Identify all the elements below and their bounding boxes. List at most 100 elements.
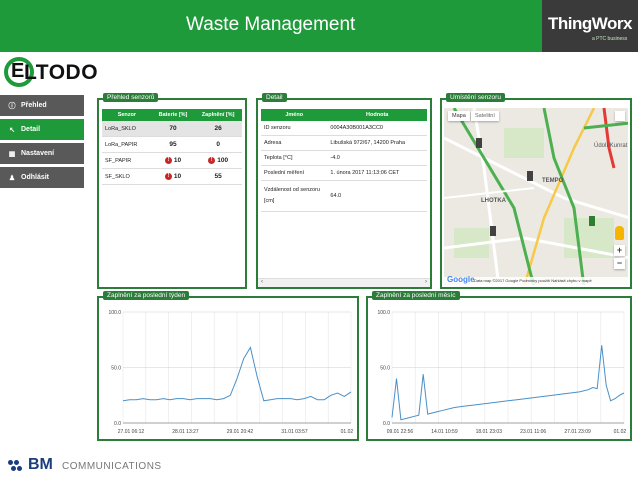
panel-label: Zaplnění za poslední měsíc <box>372 291 460 300</box>
sensor-name: LoRa_PAPIR <box>102 136 152 153</box>
column-header[interactable]: Jméno <box>261 109 328 121</box>
map-marker-icon[interactable] <box>490 226 496 236</box>
detail-name: Teplota [°C] <box>261 150 328 166</box>
x-tick-label: 29.01 20:42 <box>227 429 254 435</box>
top-bar: Waste Management ThingWorx a PTC busines… <box>0 0 638 52</box>
x-tick-label: 23.01 11:06 <box>520 429 546 435</box>
column-header[interactable]: Senzor <box>102 109 152 121</box>
table-row[interactable]: Poslední měření 1. února 2017 11:13:06 C… <box>261 165 427 181</box>
sensor-name: SF_PAPIR <box>102 152 152 170</box>
y-tick-label: 50.0 <box>380 366 390 372</box>
detail-value: 0004A30B001A3CC0 <box>327 121 427 136</box>
detail-value: Libušská 972/67, 14200 Praha <box>327 135 427 151</box>
detail-name: Adresa <box>261 135 328 151</box>
google-logo: Google <box>447 275 475 284</box>
detail-value: 1. února 2017 11:13:06 CET <box>327 165 427 181</box>
sidebar-item-prehled[interactable]: ⓘ Přehled <box>0 95 84 116</box>
sidebar-item-label: Detail <box>21 126 41 133</box>
detail-name: Vzdálenost od senzoru [cm] <box>261 180 328 212</box>
warning-icon: ! <box>164 173 172 181</box>
map-type-satellite-tab[interactable]: Satelitní <box>471 111 499 121</box>
sidebar-item-detail[interactable]: ↖ Detail <box>0 119 84 140</box>
table-row[interactable]: LoRa_PAPIR 95 0 <box>102 136 242 153</box>
fullscreen-icon[interactable] <box>615 111 625 121</box>
x-tick-label: 28.01 13:27 <box>172 429 199 435</box>
settings-icon: ▦ <box>8 150 16 158</box>
map-type-map-tab[interactable]: Mapa <box>448 111 470 121</box>
table-row[interactable]: ID senzoru 0004A30B001A3CC0 <box>261 121 427 136</box>
battery-value: 10 <box>173 173 182 181</box>
map-marker-icon[interactable] <box>589 216 595 226</box>
battery-value: 95 <box>151 136 195 153</box>
map-place-label: LHOTKA <box>481 198 506 204</box>
table-row[interactable]: Vzdálenost od senzoru [cm] 64.0 <box>261 180 427 212</box>
sidebar-item-odhlasit[interactable]: ♟ Odhlásit <box>0 167 84 188</box>
y-tick-label: 0.0 <box>114 421 121 427</box>
x-tick-label: 18.01 23:03 <box>476 429 503 435</box>
battery-value-cell: ! 10 <box>151 168 195 186</box>
zoom-in-button[interactable]: + <box>614 245 625 256</box>
detail-value: 64.0 <box>327 180 427 212</box>
thingworx-logo: ThingWorx a PTC business <box>542 0 638 52</box>
column-header[interactable]: Hodnota <box>327 109 427 121</box>
map-marker-icon[interactable] <box>527 171 533 181</box>
warning-icon: ! <box>164 157 172 164</box>
column-header[interactable]: Baterie [%] <box>151 109 195 121</box>
table-row[interactable]: LoRa_SKLO 70 26 <box>102 121 242 137</box>
zoom-out-button[interactable]: − <box>614 258 625 269</box>
y-tick-label: 50.0 <box>111 366 121 372</box>
x-tick-label: 27.01 23:09 <box>564 429 591 435</box>
x-tick-label: 14.01 10:59 <box>431 429 458 435</box>
sensor-name: LoRa_SKLO <box>102 121 152 137</box>
x-tick-label: 31.01 03:57 <box>281 429 308 435</box>
y-tick-label: 100.0 <box>377 310 390 316</box>
scroll-right-icon[interactable]: › <box>425 279 427 285</box>
thingworx-logo-text: ThingWorx <box>548 14 632 33</box>
fill-value-cell: ! 100 <box>194 152 242 170</box>
table-row[interactable]: SF_PAPIR ! 10 ! 100 <box>102 152 242 170</box>
fill-value: 100 <box>217 157 229 165</box>
bm-logo-subtext: COMMUNICATIONS <box>62 461 162 472</box>
sensor-overview-panel: Přehled senzorů Senzor Baterie [%] Zapln… <box>97 93 247 289</box>
panel-label: Umístění senzoru <box>446 93 505 102</box>
info-icon: ⓘ <box>8 102 16 110</box>
month-chart: 100.0 50.0 0.0 09.01 22:56 14.01 10:59 18.01 … <box>377 310 628 435</box>
detail-name: Poslední měření <box>261 165 328 181</box>
sensor-map[interactable]: Mapa Satelitní LHOTKA TEMPO Údolí Kunrat… <box>444 108 628 285</box>
battery-value-cell: ! 10 <box>151 152 195 170</box>
week-chart: 100.0 50.0 0.0 27.01 06:12 28.01 13:27 29.01 … <box>108 310 355 435</box>
table-row[interactable]: Adresa Libušská 972/67, 14200 Praha <box>261 135 427 151</box>
detail-panel: Detail Jméno Hodnota ID senzoru 0004A30B… <box>256 93 432 289</box>
y-tick-label: 100.0 <box>108 310 121 316</box>
column-header[interactable]: Zaplnění [%] <box>194 109 242 121</box>
user-icon: ♟ <box>8 174 16 182</box>
map-marker-icon[interactable] <box>476 138 482 148</box>
map-place-label: TEMPO <box>542 178 564 184</box>
sidebar-item-nastaveni[interactable]: ▦ Nastavení <box>0 143 84 164</box>
sidebar-item-label: Odhlásit <box>21 174 50 181</box>
detail-name: ID senzoru <box>261 121 328 136</box>
panel-label: Přehled senzorů <box>103 93 159 102</box>
pointer-icon: ↖ <box>9 126 15 134</box>
eltodo-logo-text: LTODO <box>24 61 99 84</box>
detail-table: Jméno Hodnota ID senzoru 0004A30B001A3CC… <box>261 109 427 212</box>
fill-value: 26 <box>194 121 242 137</box>
fill-value: 0 <box>194 136 242 153</box>
panel-label: Zaplnění za poslední týden <box>103 291 190 300</box>
horizontal-scrollbar[interactable]: ‹ › <box>258 278 430 287</box>
table-row[interactable]: Teplota [°C] -4.0 <box>261 150 427 166</box>
x-tick-label: 01.02 1 <box>341 429 355 435</box>
bm-dots-icon <box>8 460 24 472</box>
table-row[interactable]: SF_SKLO ! 10 55 <box>102 168 242 186</box>
bm-logo-text: BM <box>28 456 53 473</box>
page-title: Waste Management <box>186 14 356 35</box>
sensor-name: SF_SKLO <box>102 168 152 186</box>
scroll-left-icon[interactable]: ‹ <box>261 279 263 285</box>
x-tick-label: 01.02 1 <box>614 429 628 435</box>
sidebar-item-label: Nastavení <box>21 150 55 157</box>
x-tick-label: 09.01 22:56 <box>387 429 414 435</box>
thingworx-logo-subtitle: a PTC business <box>592 36 628 42</box>
street-view-pegman-icon[interactable] <box>615 226 624 240</box>
sidebar: ⓘ Přehled ↖ Detail ▦ Nastavení ♟ Odhlási… <box>0 95 84 191</box>
panel-label: Detail <box>262 93 287 102</box>
